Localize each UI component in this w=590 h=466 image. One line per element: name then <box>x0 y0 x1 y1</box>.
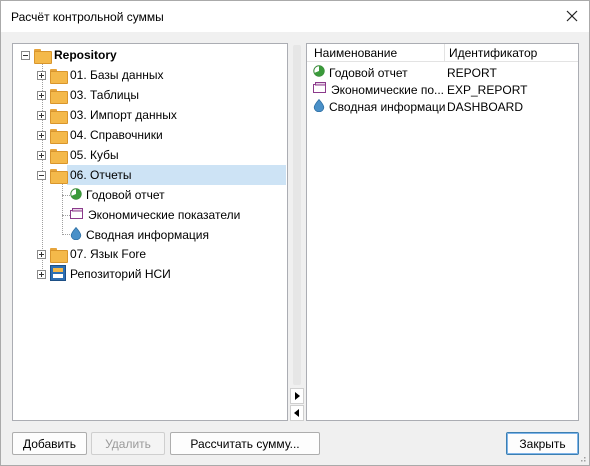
tree-item-label: 03. Таблицы <box>70 88 140 102</box>
table-cell-identifier: REPORT <box>447 65 497 80</box>
table-cell-name-text: Экономические по... <box>331 82 444 97</box>
title-bar: Расчёт контрольной суммы <box>1 1 589 32</box>
report-icon <box>70 187 82 203</box>
tree-item-label: Сводная информация <box>86 228 209 242</box>
expand-icon[interactable] <box>37 150 46 160</box>
move-left-button[interactable] <box>290 405 304 421</box>
add-button[interactable]: Добавить <box>12 432 87 455</box>
expand-icon[interactable] <box>37 249 46 259</box>
vertical-scrollbar[interactable] <box>293 45 301 385</box>
dashboard-icon <box>313 98 325 115</box>
tree-item-label: Repository <box>54 48 117 62</box>
tree-item-label: Репозиторий НСИ <box>70 267 171 281</box>
tree-item-databases[interactable]: 01. Базы данных <box>37 65 163 85</box>
tree-item-fore-language[interactable]: 07. Язык Fore <box>37 244 146 264</box>
expand-icon[interactable] <box>37 130 46 140</box>
express-report-icon <box>70 207 84 223</box>
tree-item-dictionaries[interactable]: 04. Справочники <box>37 125 163 145</box>
dialog-title: Расчёт контрольной суммы <box>11 10 164 24</box>
tree-guide-line <box>62 195 70 196</box>
collapse-icon[interactable] <box>37 170 46 180</box>
table-row[interactable]: Экономические по... EXP_REPORT <box>307 81 578 98</box>
tree-item-label: 05. Кубы <box>70 148 119 162</box>
arrow-left-icon <box>294 409 299 417</box>
dashboard-icon <box>70 226 82 243</box>
table-cell-name-text: Годовой отчет <box>329 65 408 80</box>
table-row[interactable]: Годовой отчет REPORT <box>307 64 578 81</box>
tree-item-label: 03. Импорт данных <box>70 108 177 122</box>
expand-icon[interactable] <box>37 70 46 80</box>
folder-icon <box>50 168 68 184</box>
repository-tree-panel[interactable]: Repository 01. Базы данных 03. Таблицы 0… <box>12 43 288 421</box>
calculate-checksum-button[interactable]: Рассчитать сумму... <box>170 432 320 455</box>
table-cell-name: Экономические по... <box>313 82 445 97</box>
tree-guide-line <box>62 215 70 216</box>
collapse-icon[interactable] <box>21 50 30 60</box>
nsi-repository-icon <box>50 264 66 284</box>
tree-item-label: 06. Отчеты <box>67 165 286 185</box>
tree-item-label: 01. Базы данных <box>70 68 164 82</box>
column-header-identifier[interactable]: Идентификатор <box>449 46 537 60</box>
selected-objects-grid[interactable]: Наименование Идентификатор Годовой отчет… <box>306 43 579 421</box>
folder-icon <box>50 108 68 124</box>
delete-button[interactable]: Удалить <box>91 432 165 455</box>
folder-icon <box>50 68 68 84</box>
tree-item-label: Экономические показатели <box>88 208 241 222</box>
table-row[interactable]: Сводная информация DASHBOARD <box>307 98 578 115</box>
tree-item-label: 04. Справочники <box>70 128 163 142</box>
folder-icon <box>50 128 68 144</box>
folder-icon <box>50 88 68 104</box>
table-cell-name-text: Сводная информация <box>329 99 445 114</box>
table-cell-identifier: DASHBOARD <box>447 99 524 114</box>
panel-splitter[interactable] <box>289 43 305 421</box>
close-icon[interactable] <box>563 7 581 25</box>
resize-grip-icon[interactable] <box>578 454 586 462</box>
tree-item-nsi-repository[interactable]: Репозиторий НСИ <box>37 264 171 284</box>
report-icon <box>313 65 325 80</box>
table-cell-name: Сводная информация <box>313 98 445 115</box>
tree-item-summary-info[interactable]: Сводная информация <box>70 225 209 245</box>
expand-icon[interactable] <box>37 110 46 120</box>
tree-item-cubes[interactable]: 05. Кубы <box>37 145 119 165</box>
tree-guide-line <box>62 182 63 235</box>
folder-icon <box>50 247 68 263</box>
folder-icon <box>50 148 68 164</box>
tree-item-repository[interactable]: Repository <box>21 45 117 65</box>
arrow-right-icon <box>295 392 300 400</box>
tree-item-label: Годовой отчет <box>86 188 165 202</box>
grid-header: Наименование Идентификатор <box>307 44 578 62</box>
tree-item-label: 07. Язык Fore <box>70 247 147 261</box>
tree-item-economic-indicators[interactable]: Экономические показатели <box>70 205 240 225</box>
express-report-icon <box>313 82 327 97</box>
expand-icon[interactable] <box>37 269 46 279</box>
checksum-dialog: Расчёт контрольной суммы Repository 01. … <box>0 0 590 466</box>
column-header-name[interactable]: Наименование <box>314 46 397 60</box>
folder-icon <box>34 48 52 64</box>
tree-item-tables[interactable]: 03. Таблицы <box>37 85 139 105</box>
tree-item-data-import[interactable]: 03. Импорт данных <box>37 105 177 125</box>
tree-item-annual-report[interactable]: Годовой отчет <box>70 185 165 205</box>
close-button[interactable]: Закрыть <box>506 432 579 455</box>
move-right-button[interactable] <box>290 388 304 404</box>
tree-guide-line <box>62 234 70 235</box>
table-cell-name: Годовой отчет <box>313 65 445 80</box>
expand-icon[interactable] <box>37 90 46 100</box>
tree-item-reports[interactable]: 06. Отчеты <box>37 165 286 185</box>
column-divider[interactable] <box>444 44 445 62</box>
table-cell-identifier: EXP_REPORT <box>447 82 528 97</box>
